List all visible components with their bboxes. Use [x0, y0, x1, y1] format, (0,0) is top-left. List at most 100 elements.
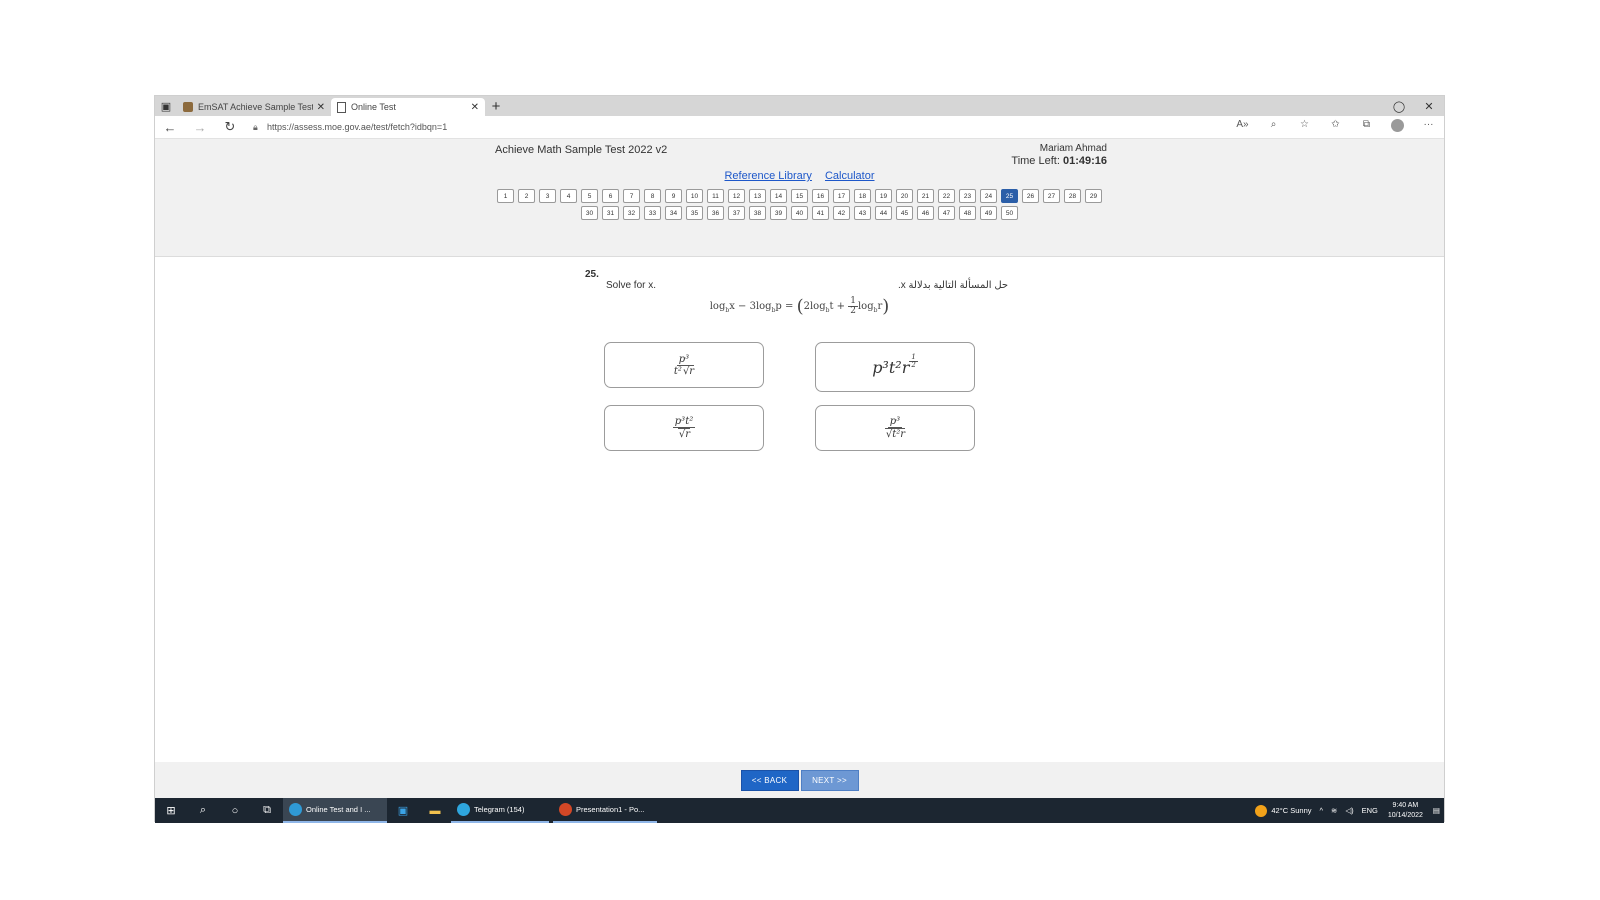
choice-numerator: p³t²: [672, 416, 696, 428]
store-icon[interactable]: ▣: [387, 798, 419, 823]
question-nav-button[interactable]: 50: [1001, 206, 1018, 220]
question-nav-button[interactable]: 49: [980, 206, 997, 220]
question-nav-button[interactable]: 3: [539, 189, 556, 203]
question-nav-button[interactable]: 48: [959, 206, 976, 220]
tab-online-test[interactable]: Online Test ✕: [331, 98, 485, 116]
question-nav-button[interactable]: 47: [938, 206, 955, 220]
question-nav-button[interactable]: 29: [1085, 189, 1102, 203]
question-nav-button[interactable]: 28: [1064, 189, 1081, 203]
question-nav-button[interactable]: 46: [917, 206, 934, 220]
profile-avatar-icon[interactable]: [1382, 119, 1413, 135]
url-field[interactable]: 🔒︎ https://assess.moe.gov.ae/test/fetch?…: [253, 119, 1213, 135]
question-nav-button[interactable]: 5: [581, 189, 598, 203]
question-nav-button[interactable]: 32: [623, 206, 640, 220]
refresh-icon[interactable]: ↻: [215, 119, 245, 135]
question-nav-button[interactable]: 18: [854, 189, 871, 203]
question-nav-button[interactable]: 8: [644, 189, 661, 203]
question-nav-button[interactable]: 16: [812, 189, 829, 203]
question-nav-button[interactable]: 6: [602, 189, 619, 203]
question-nav-button[interactable]: 33: [644, 206, 661, 220]
left-paren: (: [796, 296, 804, 317]
question-nav-button[interactable]: 21: [917, 189, 934, 203]
back-button[interactable]: << BACK: [740, 769, 799, 791]
question-nav-button[interactable]: 15: [791, 189, 808, 203]
answer-choice-c[interactable]: p³t² √r: [604, 405, 764, 451]
question-nav-button[interactable]: 23: [959, 189, 976, 203]
question-nav-button[interactable]: 9: [665, 189, 682, 203]
question-nav-button[interactable]: 22: [938, 189, 955, 203]
question-nav-button[interactable]: 34: [665, 206, 682, 220]
question-nav-button[interactable]: 10: [686, 189, 703, 203]
favorites-icon[interactable]: ✩: [1320, 119, 1351, 135]
question-nav-button[interactable]: 4: [560, 189, 577, 203]
question-nav-button[interactable]: 37: [728, 206, 745, 220]
system-tray: 42°C Sunny ^ ≋ ◁) ENG 9:40 AM 10/14/2022…: [1255, 798, 1444, 823]
weather-text[interactable]: 42°C Sunny: [1271, 806, 1311, 815]
question-nav-button[interactable]: 17: [833, 189, 850, 203]
question-nav-button[interactable]: 24: [980, 189, 997, 203]
volume-icon[interactable]: ◁): [1345, 806, 1353, 815]
question-nav-button[interactable]: 45: [896, 206, 913, 220]
question-nav-button[interactable]: 25: [1001, 189, 1018, 203]
eq-term: 2log: [803, 301, 826, 312]
read-aloud-icon[interactable]: A»: [1227, 119, 1258, 135]
question-nav-button[interactable]: 31: [602, 206, 619, 220]
question-nav-button[interactable]: 39: [770, 206, 787, 220]
question-nav-button[interactable]: 26: [1022, 189, 1039, 203]
eq-var: t: [829, 301, 834, 312]
question-nav-button[interactable]: 27: [1043, 189, 1060, 203]
restore-icon[interactable]: ◯: [1384, 100, 1414, 113]
search-icon[interactable]: ⌕: [187, 798, 219, 823]
clock[interactable]: 9:40 AM 10/14/2022: [1388, 801, 1423, 821]
back-arrow-icon[interactable]: ←: [155, 120, 185, 135]
question-nav-button[interactable]: 2: [518, 189, 535, 203]
tab-emsat[interactable]: EmSAT Achieve Sample Test ✕: [177, 98, 331, 116]
network-icon[interactable]: ≋: [1331, 806, 1337, 815]
close-tab-icon[interactable]: ✕: [317, 102, 325, 113]
question-nav-button[interactable]: 1: [497, 189, 514, 203]
tab-actions-icon[interactable]: ▣: [155, 96, 177, 116]
zoom-icon[interactable]: ⌕: [1258, 119, 1289, 135]
collections-icon[interactable]: ⧉: [1351, 119, 1382, 135]
file-explorer-icon[interactable]: ▬: [419, 798, 451, 823]
question-nav-button[interactable]: 19: [875, 189, 892, 203]
windows-start-icon[interactable]: ⊞: [155, 798, 187, 823]
question-nav-button[interactable]: 41: [812, 206, 829, 220]
answer-choice-a[interactable]: p³ t²√r: [604, 342, 764, 388]
chevron-up-icon[interactable]: ^: [1320, 806, 1324, 815]
answer-choice-b[interactable]: p³t²r 1 2: [815, 342, 975, 392]
reference-library-link[interactable]: Reference Library: [724, 170, 811, 182]
language-indicator[interactable]: ENG: [1362, 806, 1378, 815]
question-nav-button[interactable]: 38: [749, 206, 766, 220]
calculator-link[interactable]: Calculator: [825, 170, 875, 182]
close-tab-icon[interactable]: ✕: [471, 102, 479, 113]
question-nav-button[interactable]: 14: [770, 189, 787, 203]
new-tab-button[interactable]: +: [485, 98, 507, 115]
answer-choice-d[interactable]: p³ √t²r: [815, 405, 975, 451]
next-button[interactable]: NEXT >>: [800, 769, 859, 791]
question-nav-button[interactable]: 35: [686, 206, 703, 220]
cortana-icon[interactable]: ○: [219, 798, 251, 823]
question-nav-button[interactable]: 20: [896, 189, 913, 203]
question-nav-button[interactable]: 40: [791, 206, 808, 220]
question-nav-button[interactable]: 36: [707, 206, 724, 220]
uae-emblem-icon: [183, 102, 193, 112]
close-window-icon[interactable]: ✕: [1414, 100, 1444, 113]
task-view-icon[interactable]: ⧉: [251, 798, 283, 823]
tab-strip: ▣ EmSAT Achieve Sample Test ✕ Online Tes…: [155, 96, 1444, 116]
question-nav-button[interactable]: 30: [581, 206, 598, 220]
forward-arrow-icon[interactable]: →: [185, 120, 215, 135]
more-menu-icon[interactable]: ···: [1413, 119, 1444, 135]
question-nav-button[interactable]: 43: [854, 206, 871, 220]
question-nav-button[interactable]: 12: [728, 189, 745, 203]
taskbar-app-edge[interactable]: Online Test and I ...: [283, 798, 387, 823]
notifications-icon[interactable]: ▤: [1433, 806, 1440, 815]
add-favorite-icon[interactable]: ☆: [1289, 119, 1320, 135]
question-nav-button[interactable]: 42: [833, 206, 850, 220]
taskbar-app-powerpoint[interactable]: Presentation1 - Po...: [553, 798, 657, 823]
taskbar-app-telegram[interactable]: Telegram (154): [451, 798, 549, 823]
question-nav-button[interactable]: 7: [623, 189, 640, 203]
question-nav-button[interactable]: 44: [875, 206, 892, 220]
question-nav-button[interactable]: 13: [749, 189, 766, 203]
question-nav-button[interactable]: 11: [707, 189, 724, 203]
